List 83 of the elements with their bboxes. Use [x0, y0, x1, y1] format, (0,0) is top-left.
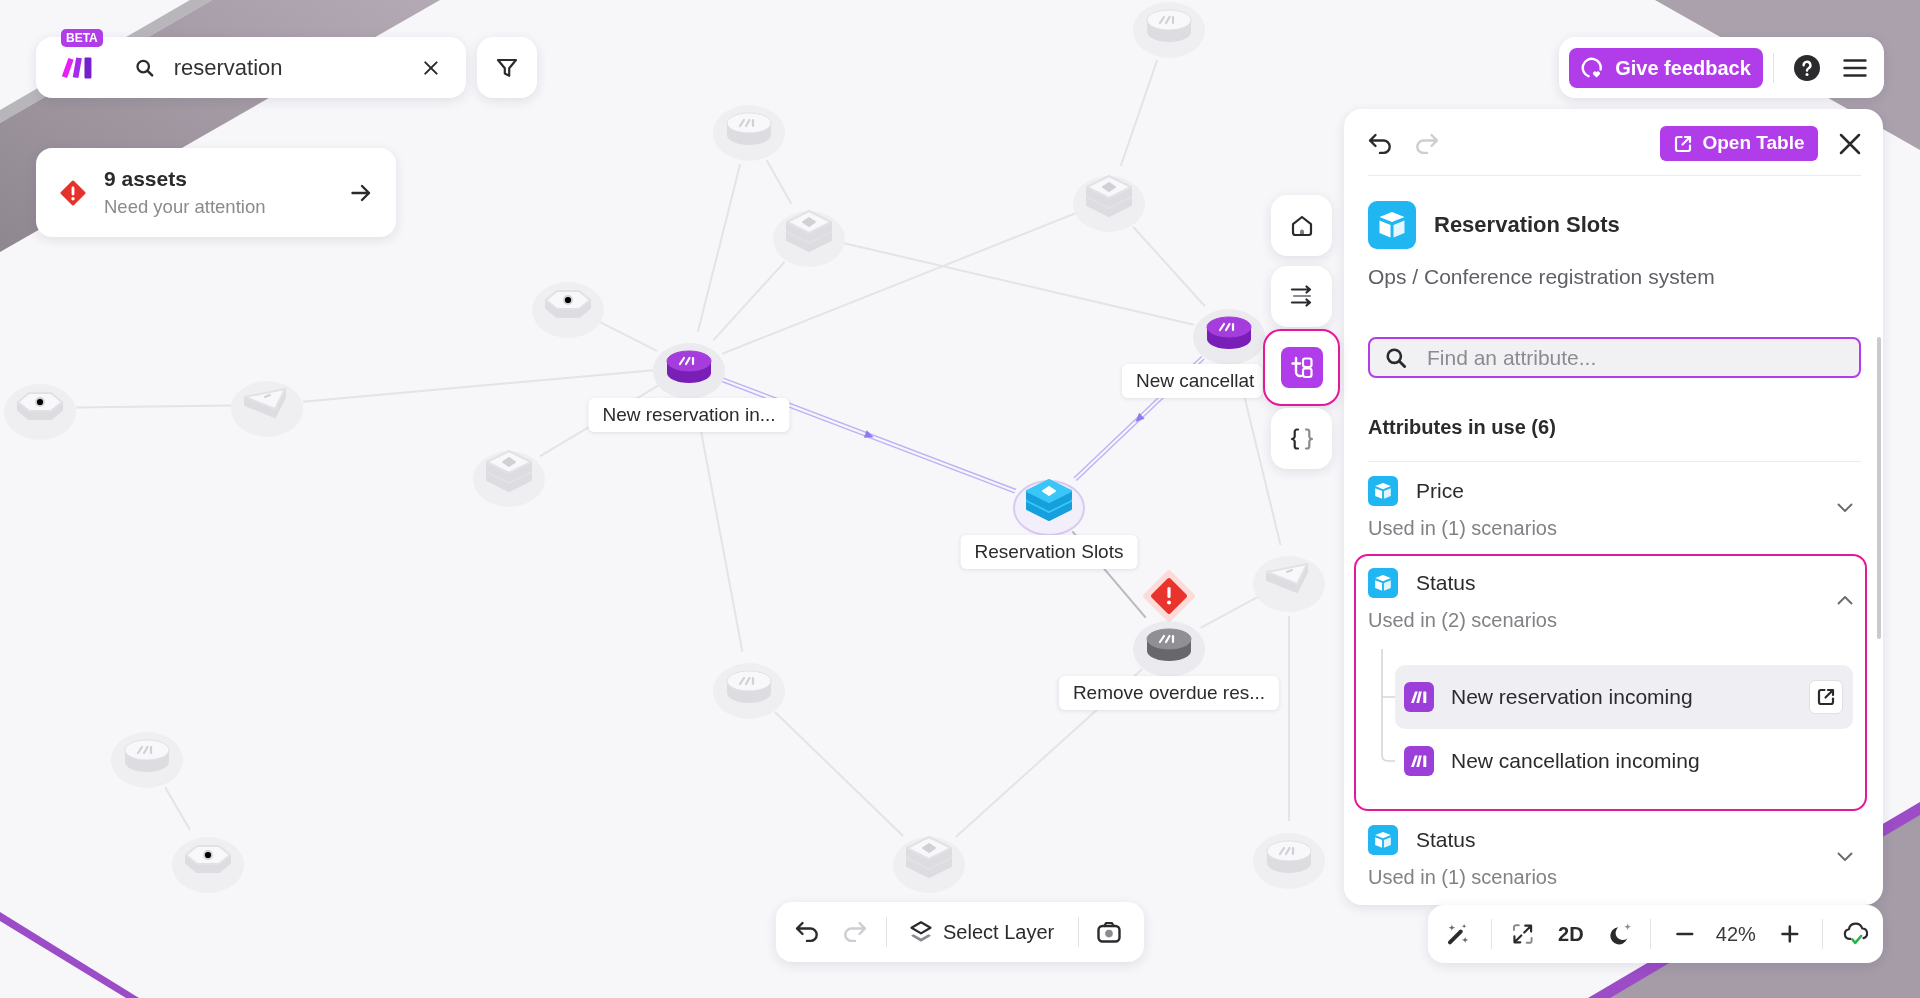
stacked-node[interactable] [473, 450, 545, 507]
cube-icon [1368, 476, 1398, 506]
magic-wand-icon[interactable] [1446, 922, 1470, 946]
undo-icon[interactable] [1368, 132, 1392, 155]
stacked-node[interactable] [1013, 479, 1085, 536]
braces-icon [1289, 426, 1314, 451]
breadcrumb-path: Ops / Conference registration system [1368, 264, 1716, 290]
expand-icon[interactable] [1510, 922, 1535, 946]
cylinder-node[interactable] [111, 732, 183, 788]
stacked-node[interactable] [1073, 175, 1145, 232]
alert-title: 9 assets [104, 166, 188, 192]
node-label: Reservation Slots [960, 535, 1138, 569]
search-icon [136, 57, 154, 78]
attribute-name: Price [1416, 478, 1464, 504]
layers-icon [909, 920, 933, 944]
node-label: New reservation in... [588, 398, 790, 432]
external-link-icon [1816, 687, 1836, 707]
scenario-row[interactable]: New reservation incoming [1395, 665, 1853, 729]
beta-badge: BETA [61, 29, 103, 47]
filter-icon [496, 56, 518, 79]
panel-title: Reservation Slots [1434, 211, 1620, 239]
cube-icon [1368, 568, 1398, 598]
section-title: Attributes in use (6) [1368, 415, 1557, 440]
external-link-icon [1673, 133, 1694, 154]
search-field[interactable]: reservation [173, 52, 425, 83]
node-label: New cancellat [1122, 364, 1262, 398]
filter-button[interactable] [477, 37, 537, 98]
attribute-name: Status [1416, 570, 1476, 596]
camera-icon[interactable] [1097, 921, 1122, 943]
help-icon[interactable] [1794, 54, 1820, 81]
structure-icon [1280, 347, 1323, 388]
menu-icon[interactable] [1843, 58, 1867, 77]
arrows-button[interactable] [1271, 266, 1332, 327]
arrow-right-icon [351, 183, 371, 202]
open-link-button[interactable] [1809, 680, 1843, 714]
chevron-down-icon[interactable] [1837, 503, 1853, 513]
chevron-down-icon[interactable] [1837, 852, 1853, 862]
scenario-icon [1404, 682, 1434, 712]
attribute-search-input[interactable]: Find an attribute... [1427, 341, 1859, 374]
prism-node[interactable] [231, 381, 303, 437]
chevron-up-icon[interactable] [1837, 595, 1853, 605]
alert-card[interactable]: 9 assets Need your attention [36, 148, 396, 237]
cylinder-node[interactable] [713, 663, 785, 719]
alert-subtitle: Need your attention [104, 195, 266, 219]
home-button[interactable] [1271, 195, 1332, 256]
cube-icon [1368, 825, 1398, 855]
select-layer-button[interactable]: Select Layer [909, 917, 1055, 947]
zoom-level: 42% [1715, 922, 1756, 947]
minus-icon[interactable] [1676, 932, 1694, 936]
home-icon [1289, 213, 1314, 238]
scenario-row[interactable]: New cancellation incoming [1395, 729, 1853, 793]
attribute-name: Status [1416, 827, 1476, 853]
warning-icon [60, 179, 86, 206]
cylinder-node[interactable] [1133, 2, 1205, 58]
chat-heart-icon [1581, 56, 1604, 79]
cloud-check-icon[interactable] [1842, 922, 1868, 946]
close-icon[interactable] [1839, 132, 1861, 155]
arrows-icon [1289, 284, 1314, 309]
stacked-node[interactable] [773, 210, 845, 267]
search-icon [1386, 347, 1406, 368]
plus-icon[interactable] [1780, 925, 1799, 943]
scrollbar-thumb[interactable] [1877, 337, 1881, 639]
attribute-usage: Used in (2) scenarios [1368, 608, 1558, 632]
close-icon[interactable] [424, 59, 438, 76]
cylinder-node[interactable] [713, 105, 785, 161]
attribute-usage: Used in (1) scenarios [1368, 516, 1558, 540]
cube-icon [1368, 201, 1416, 249]
attribute-search-field[interactable]: Find an attribute... [1368, 337, 1861, 378]
cylinder-node[interactable] [1193, 309, 1265, 365]
undo-icon[interactable] [795, 921, 819, 943]
prism-node[interactable] [1253, 556, 1325, 612]
cylinder-node[interactable] [653, 343, 725, 399]
node-label: Remove overdue res... [1058, 676, 1280, 710]
attribute-usage: Used in (1) scenarios [1368, 865, 1558, 889]
open-table-button[interactable]: Open Table [1660, 126, 1818, 161]
feedback-button[interactable]: Give feedback [1569, 47, 1763, 88]
braces-button[interactable] [1271, 408, 1332, 469]
cylinder-node[interactable] [1253, 833, 1325, 889]
stacked-node[interactable] [893, 836, 965, 893]
view-mode-button[interactable]: 2D [1558, 919, 1584, 949]
moon-icon[interactable] [1608, 922, 1633, 946]
structure-button[interactable] [1263, 329, 1340, 406]
scenario-icon [1404, 746, 1434, 776]
